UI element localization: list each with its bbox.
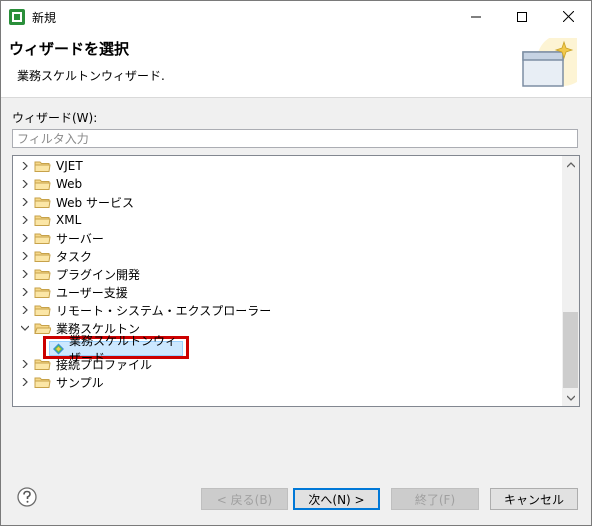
minimize-icon <box>471 16 481 17</box>
tree-item-vjet[interactable]: VJET <box>13 157 83 175</box>
page-title: ウィザードを選択 <box>9 40 130 58</box>
folder-icon <box>34 195 51 209</box>
tree-item-task[interactable]: タスク <box>13 247 92 265</box>
chevron-right-icon[interactable] <box>19 286 31 298</box>
tree-item-web[interactable]: Web <box>13 175 82 193</box>
tree-item-label: VJET <box>56 159 83 173</box>
chevron-right-icon[interactable] <box>19 232 31 244</box>
folder-icon <box>34 357 51 371</box>
folder-icon <box>34 303 51 317</box>
chevron-right-icon[interactable] <box>19 268 31 280</box>
folder-icon <box>34 375 51 389</box>
folder-open-icon <box>34 321 51 335</box>
new-wizard-dialog: 新規 ウィザードを選択 業務スケルトンウィザード. ウィザード(W): VJET <box>0 0 592 526</box>
tree-item-business-skeleton-wizard[interactable]: 業務スケルトンウィザード <box>49 334 183 365</box>
chevron-right-icon[interactable] <box>19 250 31 262</box>
chevron-right-icon[interactable] <box>19 178 31 190</box>
tree-item-user-assist[interactable]: ユーザー支援 <box>13 283 128 301</box>
wizard-banner: ウィザードを選択 業務スケルトンウィザード. <box>1 32 591 98</box>
filter-input[interactable] <box>12 129 578 148</box>
scroll-up-button[interactable] <box>562 156 579 173</box>
tree-item-plugin-dev[interactable]: プラグイン開発 <box>13 265 140 283</box>
tree-scrollbar[interactable] <box>562 156 579 406</box>
chevron-right-icon[interactable] <box>19 376 31 388</box>
finish-button[interactable]: 終了(F) <box>391 488 479 510</box>
tree-item-label: タスク <box>56 249 93 264</box>
tree-item-label: Web サービス <box>56 195 134 210</box>
window-title: 新規 <box>32 11 57 25</box>
tree-item-remote-system-explorer[interactable]: リモート・システム・エクスプローラー <box>13 301 271 319</box>
page-description: 業務スケルトンウィザード. <box>17 69 165 83</box>
tree-item-label: ユーザー支援 <box>56 285 128 300</box>
wizard-tree[interactable]: VJET Web Web サービス XML サーバー タスク プラグイン開発 ユ… <box>12 155 580 407</box>
tree-item-label: Web <box>56 177 83 191</box>
tree-item-label: リモート・システム・エクスプローラー <box>56 303 272 318</box>
tree-item-label: サーバー <box>56 231 104 246</box>
close-icon <box>562 11 574 22</box>
highlight-box: 業務スケルトンウィザード <box>43 334 189 365</box>
tree-item-sample[interactable]: サンプル <box>13 373 104 391</box>
maximize-button[interactable] <box>499 1 545 32</box>
tree-item-web-services[interactable]: Web サービス <box>13 193 134 211</box>
scroll-thumb[interactable] <box>563 312 578 388</box>
folder-icon <box>34 249 51 263</box>
chevron-right-icon[interactable] <box>19 196 31 208</box>
folder-icon <box>34 159 51 173</box>
chevron-right-icon[interactable] <box>19 214 31 226</box>
maximize-icon <box>517 11 527 22</box>
help-icon[interactable] <box>17 487 37 507</box>
folder-icon <box>34 285 51 299</box>
tree-item-label: プラグイン開発 <box>56 267 141 282</box>
chevron-right-icon[interactable] <box>19 304 31 316</box>
folder-icon <box>34 177 51 191</box>
tree-item-server[interactable]: サーバー <box>13 229 104 247</box>
chevron-up-icon <box>566 161 575 167</box>
new-wizard-banner-icon <box>522 38 577 87</box>
wizard-icon <box>53 343 64 354</box>
chevron-right-icon[interactable] <box>19 358 31 370</box>
eclipse-app-icon <box>9 9 25 25</box>
cancel-button[interactable]: キャンセル <box>490 488 578 510</box>
back-button[interactable]: < 戻る(B) <box>201 488 288 510</box>
title-bar: 新規 <box>1 1 591 32</box>
close-button[interactable] <box>545 1 591 32</box>
scroll-down-button[interactable] <box>562 389 579 406</box>
tree-item-label: サンプル <box>56 375 104 390</box>
tree-item-label: XML <box>56 213 82 227</box>
chevron-down-icon <box>566 395 575 401</box>
wizards-label: ウィザード(W): <box>12 111 98 125</box>
minimize-button[interactable] <box>453 1 499 32</box>
folder-icon <box>34 231 51 245</box>
folder-icon <box>34 213 51 227</box>
tree-item-xml[interactable]: XML <box>13 211 81 229</box>
chevron-right-icon[interactable] <box>19 160 31 172</box>
folder-icon <box>34 267 51 281</box>
chevron-down-icon[interactable] <box>19 322 31 334</box>
next-button[interactable]: 次へ(N) > <box>293 488 380 510</box>
tree-item-label: 業務スケルトンウィザード <box>68 333 177 365</box>
